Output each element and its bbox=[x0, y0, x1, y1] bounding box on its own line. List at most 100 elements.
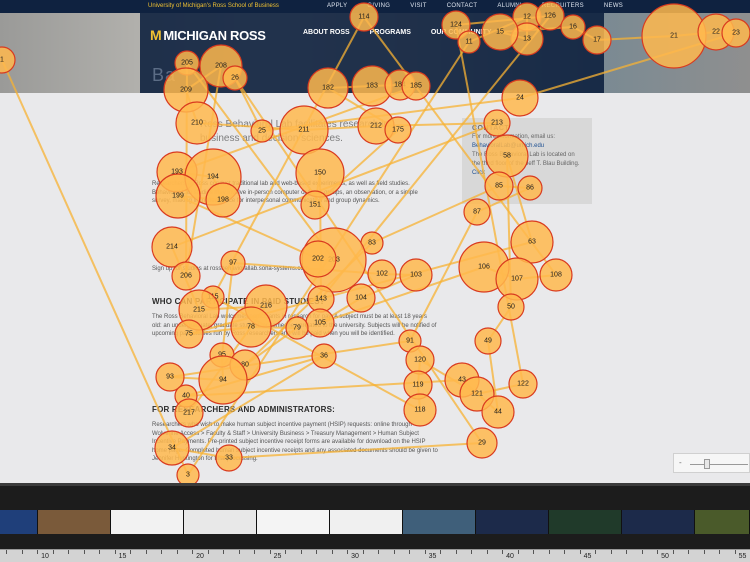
fixation-122: 122 bbox=[508, 369, 538, 399]
ruler-tick bbox=[52, 550, 54, 554]
fixation-label: 118 bbox=[414, 407, 425, 414]
fixation-label: 217 bbox=[183, 410, 195, 417]
fixation-87: 87 bbox=[463, 198, 491, 226]
fixation-label: 104 bbox=[355, 295, 367, 302]
fixation-78: 78 bbox=[230, 306, 272, 348]
thumbnail-6[interactable] bbox=[330, 510, 403, 534]
saccade-line bbox=[177, 195, 319, 260]
fixation-label: 83 bbox=[368, 240, 376, 247]
fixation-label: 13 bbox=[523, 36, 531, 43]
fixation-185: 185 bbox=[401, 71, 431, 101]
ruler-tick bbox=[192, 550, 193, 554]
ruler-tick bbox=[83, 550, 85, 554]
ruler-tick bbox=[21, 550, 23, 554]
ruler-label: 55 bbox=[738, 553, 747, 560]
thumbnail-10[interactable] bbox=[622, 510, 695, 534]
ruler-tick bbox=[502, 550, 503, 554]
fixation-label: 58 bbox=[503, 153, 511, 160]
thumbnail-2[interactable] bbox=[38, 510, 111, 534]
thumbnail-9[interactable] bbox=[549, 510, 622, 534]
fixation-214: 214 bbox=[151, 226, 193, 268]
fixation-202: 202 bbox=[299, 240, 337, 278]
fixation-label: 150 bbox=[314, 170, 326, 177]
fixation-label: 206 bbox=[180, 273, 192, 280]
ruler-tick bbox=[564, 550, 565, 554]
fixation-label: 106 bbox=[478, 264, 490, 271]
fixation-label: 108 bbox=[550, 272, 562, 279]
fixation-114: 114 bbox=[349, 2, 379, 32]
ruler-tick bbox=[734, 550, 736, 554]
fixation-label: 205 bbox=[181, 60, 193, 67]
ruler-label: 40 bbox=[506, 553, 514, 560]
ruler-tick bbox=[114, 550, 116, 554]
fixation-label: 75 bbox=[185, 331, 193, 338]
fixation-143: 143 bbox=[307, 285, 335, 313]
fixation-label: 44 bbox=[494, 409, 502, 416]
saccade-line bbox=[1, 59, 189, 476]
ruler-tick bbox=[207, 550, 209, 554]
timeline-ruler[interactable]: 10 15 20 25 30 35 40 45 50 55 bbox=[0, 549, 750, 562]
ruler-label: 15 bbox=[118, 553, 127, 560]
ruler-tick bbox=[579, 550, 581, 554]
fixation-label: 124 bbox=[450, 22, 462, 29]
thumbnail-8[interactable] bbox=[476, 510, 549, 534]
fixation-label: 86 bbox=[526, 185, 534, 192]
fixation-86: 86 bbox=[517, 175, 543, 201]
fixation-3: 3 bbox=[176, 463, 200, 483]
fixation-label: 24 bbox=[516, 95, 524, 102]
fixation-label: 85 bbox=[495, 183, 503, 190]
fixation-151: 151 bbox=[300, 190, 330, 220]
fixation-label: 202 bbox=[312, 256, 324, 263]
fixation-79: 79 bbox=[285, 316, 309, 340]
fixation-label: 17 bbox=[593, 37, 601, 44]
ruler-tick bbox=[548, 550, 550, 554]
fixation-213: 213 bbox=[483, 109, 511, 137]
fixation-210: 210 bbox=[175, 101, 219, 145]
thumbnail-1[interactable] bbox=[0, 510, 38, 534]
ruler-tick bbox=[641, 550, 643, 554]
fixation-circles: 1141241112131512616172122 231 205 208209261… bbox=[0, 1, 750, 483]
ruler-tick bbox=[703, 550, 705, 554]
fixation-label: 34 bbox=[168, 445, 176, 452]
ruler-tick bbox=[269, 550, 271, 554]
fixation-label: 21 bbox=[670, 33, 678, 40]
fixation-label: 94 bbox=[219, 377, 227, 384]
ruler-label: 25 bbox=[273, 553, 282, 560]
fixation-107: 107 bbox=[495, 257, 539, 301]
ruler-label: 30 bbox=[351, 553, 359, 560]
ruler-tick bbox=[672, 550, 674, 554]
thumbnail-7[interactable] bbox=[403, 510, 476, 534]
fixation-150: 150 bbox=[295, 148, 345, 198]
fixation-label: 78 bbox=[247, 324, 255, 331]
fixation-26: 26 bbox=[222, 65, 248, 91]
ruler-label: 50 bbox=[661, 553, 669, 560]
fixation-label: 199 bbox=[172, 193, 184, 200]
fixation-34: 34 bbox=[154, 430, 190, 466]
ruler-tick bbox=[409, 550, 410, 554]
fixation-198: 198 bbox=[205, 182, 241, 218]
ruler-tick bbox=[471, 550, 472, 554]
gaze-plot-overlay: 1141241112131512616172122 231 205 208209261… bbox=[0, 1, 750, 483]
thumbnail-5[interactable] bbox=[257, 510, 330, 534]
fixation-label: 16 bbox=[569, 24, 577, 31]
fixation-94: 94 bbox=[198, 355, 248, 405]
thumbnail-3[interactable] bbox=[111, 510, 184, 534]
fixation-label: 185 bbox=[410, 83, 422, 90]
fixation-label: 114 bbox=[358, 14, 369, 21]
fixation-label: 29 bbox=[478, 440, 486, 447]
thumbnail-11[interactable] bbox=[695, 510, 750, 534]
fixation-label: 216 bbox=[260, 303, 272, 310]
ruler-tick bbox=[719, 550, 720, 554]
fixation-label: 1 bbox=[0, 57, 4, 64]
fixation-label: 175 bbox=[392, 127, 404, 134]
fixation-label: 107 bbox=[511, 276, 523, 283]
fixation-label: 3 bbox=[186, 472, 190, 479]
thumbnail-4[interactable] bbox=[184, 510, 257, 534]
fixation-label: 49 bbox=[484, 338, 492, 345]
fixation-label: 105 bbox=[314, 320, 326, 327]
fixation-label: 93 bbox=[166, 374, 174, 381]
fixation-label: 198 bbox=[217, 197, 229, 204]
ruler-tick bbox=[378, 550, 379, 554]
fixation-15: 15 bbox=[481, 13, 519, 51]
fixation-label: 151 bbox=[309, 202, 321, 209]
